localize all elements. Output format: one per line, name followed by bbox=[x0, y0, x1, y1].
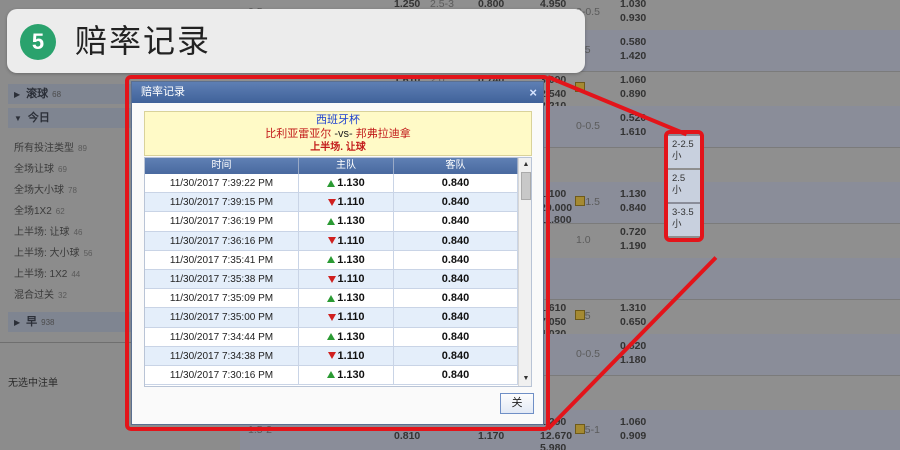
step-banner: 5 赔率记录 bbox=[7, 9, 585, 73]
odds-cell[interactable]: 1.060 bbox=[620, 74, 646, 87]
odds-cell[interactable]: 0.890 bbox=[620, 88, 646, 101]
odds-cell[interactable]: 0-0.5 bbox=[576, 120, 600, 133]
sidebar-item-all-types[interactable]: 所有投注类型 89 bbox=[14, 139, 87, 154]
collapse-arrow-icon: ▼ bbox=[14, 114, 22, 123]
odds-cell[interactable]: 1.0 bbox=[576, 234, 591, 247]
odds-cell[interactable]: 5.980 bbox=[540, 442, 566, 450]
group-label: 滚球 bbox=[26, 88, 49, 100]
odds-cell[interactable]: 1.310 bbox=[620, 302, 646, 315]
sidebar-item-ht-over-under[interactable]: 上半场: 大小球 56 bbox=[14, 244, 92, 259]
odds-cell[interactable]: 0.909 bbox=[620, 430, 646, 443]
group-label: 早 bbox=[26, 316, 38, 328]
step-title: 赔率记录 bbox=[75, 23, 212, 59]
sidebar-item-ft-over-under[interactable]: 全场大小球 78 bbox=[14, 181, 77, 196]
favorite-star-icon[interactable] bbox=[575, 424, 585, 434]
favorite-star-icon[interactable] bbox=[575, 310, 585, 320]
odds-cell[interactable]: 0.720 bbox=[620, 226, 646, 239]
odds-cell[interactable]: 1.610 bbox=[620, 126, 646, 139]
sidebar-item-ft-handicap[interactable]: 全场让球 69 bbox=[14, 160, 67, 175]
bet-slip-empty-label: 无选中注单 bbox=[8, 378, 58, 389]
odds-cell[interactable]: 1.420 bbox=[620, 50, 646, 63]
sidebar-item-ht-1x2[interactable]: 上半场: 1X2 44 bbox=[14, 265, 80, 280]
expand-arrow-icon: ▶ bbox=[14, 90, 21, 99]
step-number-badge: 5 bbox=[20, 24, 56, 60]
odds-cell[interactable]: 1.180 bbox=[620, 354, 646, 367]
odds-cell[interactable]: 0.810 bbox=[394, 430, 420, 443]
group-count: 938 bbox=[41, 318, 55, 327]
odds-cell[interactable]: 1.060 bbox=[620, 416, 646, 429]
sidebar-item-parlay[interactable]: 混合过关 32 bbox=[14, 286, 67, 301]
sidebar-item-ht-handicap[interactable]: 上半场: 让球 46 bbox=[14, 223, 82, 238]
group-label: 今日 bbox=[27, 112, 50, 124]
odds-cell[interactable]: 0.840 bbox=[620, 202, 646, 215]
odds-cell[interactable]: 0.650 bbox=[620, 316, 646, 329]
odds-cell[interactable]: 1.190 bbox=[620, 240, 646, 253]
sidebar-item-ft-1x2[interactable]: 全场1X2 62 bbox=[14, 202, 65, 217]
highlighted-column-outline bbox=[664, 130, 704, 242]
highlighted-dialog-outline bbox=[125, 75, 550, 431]
favorite-star-icon[interactable] bbox=[575, 196, 585, 206]
odds-cell[interactable]: 0-0.5 bbox=[576, 348, 600, 361]
odds-cell[interactable]: 0.930 bbox=[620, 12, 646, 25]
odds-cell[interactable]: 1.030 bbox=[620, 0, 646, 11]
odds-cell[interactable]: 0.580 bbox=[620, 36, 646, 49]
odds-cell[interactable]: 1.130 bbox=[620, 188, 646, 201]
expand-arrow-icon: ▶ bbox=[14, 318, 21, 327]
odds-cell[interactable]: 1.170 bbox=[478, 430, 504, 443]
group-count: 68 bbox=[52, 90, 62, 99]
